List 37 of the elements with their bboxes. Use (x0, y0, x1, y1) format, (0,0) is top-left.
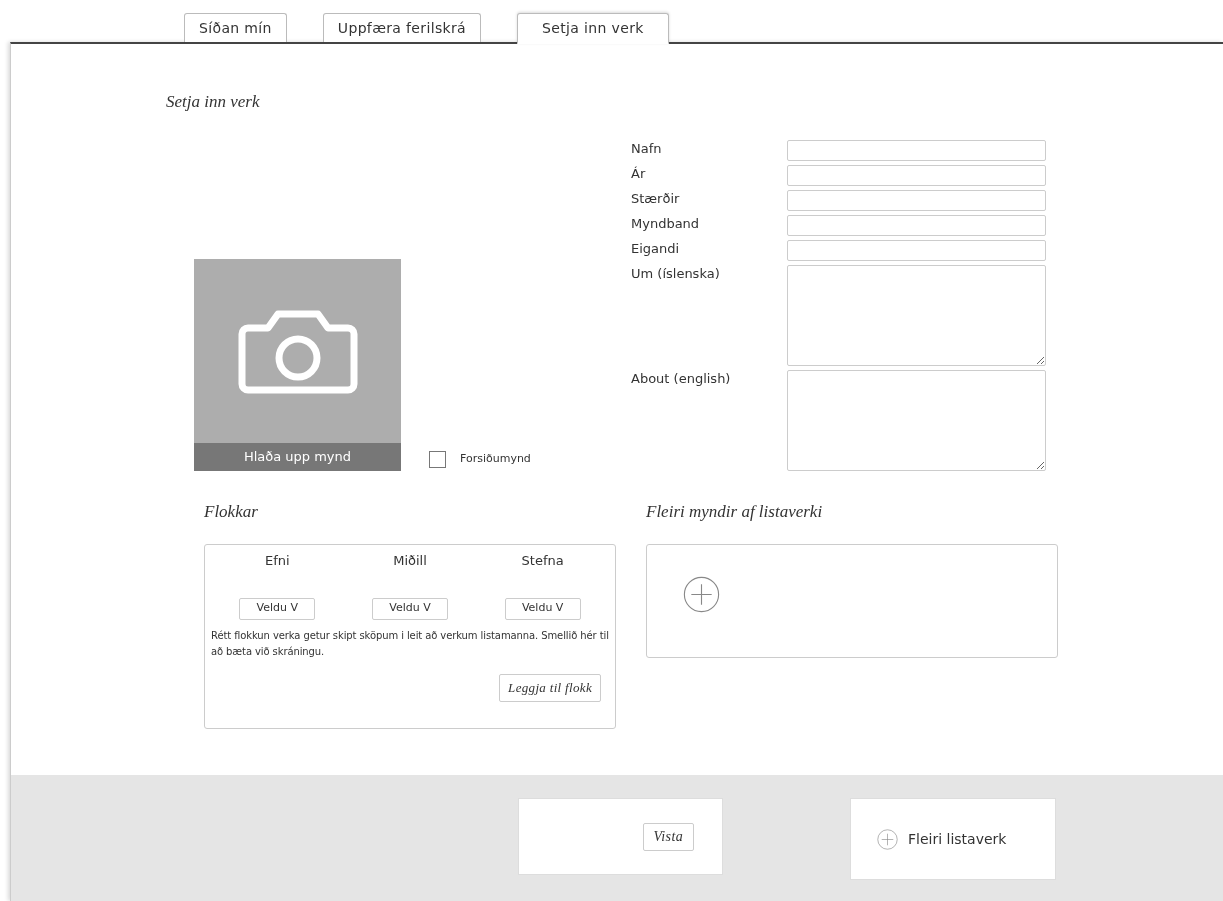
field-label: Nafn (631, 139, 663, 158)
category-note: Rétt flokkun verka getur skipt sköpum i leit að verkum listamanna. Smellið hér til að bæta við skráningu. (211, 628, 609, 659)
text-area[interactable] (787, 369, 1046, 471)
field-label: Um (íslenska) (631, 264, 721, 283)
input-field[interactable] (787, 139, 1046, 161)
more-works-button[interactable]: Fleiri listaverk (850, 798, 1056, 880)
select-dropdown[interactable]: Veldu V (372, 597, 448, 620)
field-label: About (english) (631, 369, 732, 388)
page-heading: Setja inn verk (166, 91, 261, 113)
select-dropdown[interactable]: Veldu V (504, 597, 581, 620)
save-button[interactable]: Vista (642, 822, 694, 851)
checkbox-label: Forsiðumynd (460, 450, 531, 467)
category-label: Efni (265, 552, 290, 570)
plus-icon (877, 828, 898, 850)
input-field[interactable] (787, 164, 1046, 186)
field-label: Myndband (631, 214, 701, 233)
suggest-category-button[interactable]: Leggja til flokk (499, 673, 601, 702)
section-heading: Fleiri myndir af listaverki (646, 500, 824, 523)
category-label: Miðill (393, 552, 427, 570)
plus-icon (683, 576, 720, 613)
text-area[interactable] (787, 264, 1046, 366)
section-heading: Flokkar (204, 500, 259, 523)
image-upload-area[interactable]: Hlaða upp mynd (194, 258, 401, 471)
select-dropdown[interactable]: Veldu V (239, 597, 316, 620)
input-field[interactable] (787, 239, 1046, 261)
field-label: Ár (631, 164, 647, 183)
tab[interactable]: Síðan mín (184, 13, 287, 42)
field-label: Stærðir (631, 189, 681, 208)
category-label: Stefna (521, 552, 564, 570)
image-drop-area[interactable] (646, 544, 1058, 658)
tab[interactable]: Uppfæra ferilskrá (322, 13, 482, 42)
input-field[interactable] (787, 214, 1046, 236)
tab[interactable]: Setja inn verk (517, 13, 669, 44)
checkbox[interactable] (429, 450, 446, 468)
input-field[interactable] (787, 189, 1046, 211)
field-label: Eigandi (631, 239, 681, 258)
upload-label: Hlaða upp mynd (194, 442, 401, 471)
